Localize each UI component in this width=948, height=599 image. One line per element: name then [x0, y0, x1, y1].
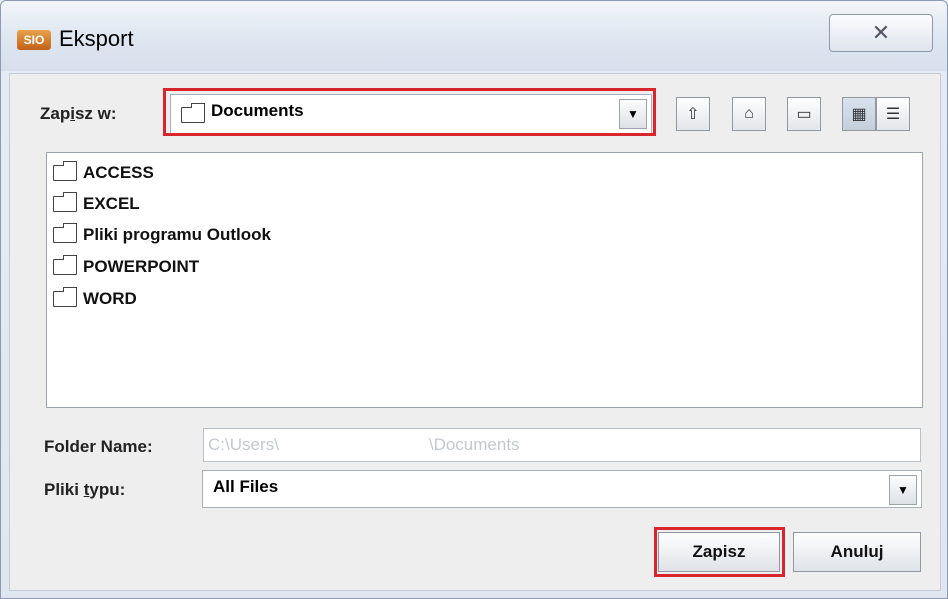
folder-icon — [53, 161, 77, 181]
list-view-button[interactable]: ▦ — [842, 97, 876, 131]
list-item[interactable]: EXCEL — [53, 190, 140, 218]
list-item[interactable]: Pliki programu Outlook — [53, 221, 271, 249]
up-one-level-icon: ⇧ — [686, 106, 700, 123]
details-view-icon: ☰ — [885, 106, 901, 123]
highlight-save-in — [163, 88, 656, 136]
list-item[interactable]: POWERPOINT — [53, 253, 199, 281]
folder-name-label: Folder Name: — [44, 437, 153, 456]
title-bar: SIO Eksport ✕ — [1, 1, 947, 71]
dialog-content: Zapisz w: Documents ▼ ⇧ ⌂ ▭ ▦ ☰ ACCESS E… — [9, 73, 941, 591]
home-button[interactable]: ⌂ — [732, 97, 766, 131]
folder-name-field[interactable]: C:\Users\ \Documents — [203, 428, 921, 462]
app-logo: SIO — [17, 30, 51, 50]
new-folder-icon: ▭ — [796, 106, 812, 123]
window-title: Eksport — [59, 26, 134, 51]
close-icon: ✕ — [871, 20, 891, 45]
highlight-save-button — [654, 527, 785, 577]
folder-icon — [53, 255, 77, 275]
file-type-dropdown[interactable]: All Files ▼ — [202, 470, 922, 508]
save-in-label: Zapisz w: — [40, 104, 117, 123]
folder-icon — [53, 192, 77, 212]
folder-icon — [53, 287, 77, 307]
close-button[interactable]: ✕ — [829, 14, 933, 52]
file-type-label: Pliki typu: — [44, 480, 126, 499]
home-icon: ⌂ — [744, 105, 754, 122]
export-dialog: SIO Eksport ✕ Zapisz w: Documents ▼ ⇧ ⌂ … — [0, 0, 948, 599]
up-one-level-button[interactable]: ⇧ — [676, 97, 710, 131]
list-item[interactable]: WORD — [53, 285, 137, 313]
folder-icon — [53, 223, 77, 243]
chevron-down-icon[interactable]: ▼ — [889, 475, 917, 505]
file-type-value: All Files — [213, 477, 279, 496]
list-item[interactable]: ACCESS — [53, 159, 154, 187]
details-view-button[interactable]: ☰ — [876, 97, 910, 131]
cancel-button[interactable]: Anuluj — [793, 532, 921, 572]
list-view-icon: ▦ — [851, 106, 867, 123]
file-list[interactable]: ACCESS EXCEL Pliki programu Outlook POWE… — [46, 152, 923, 408]
new-folder-button[interactable]: ▭ — [787, 97, 821, 131]
